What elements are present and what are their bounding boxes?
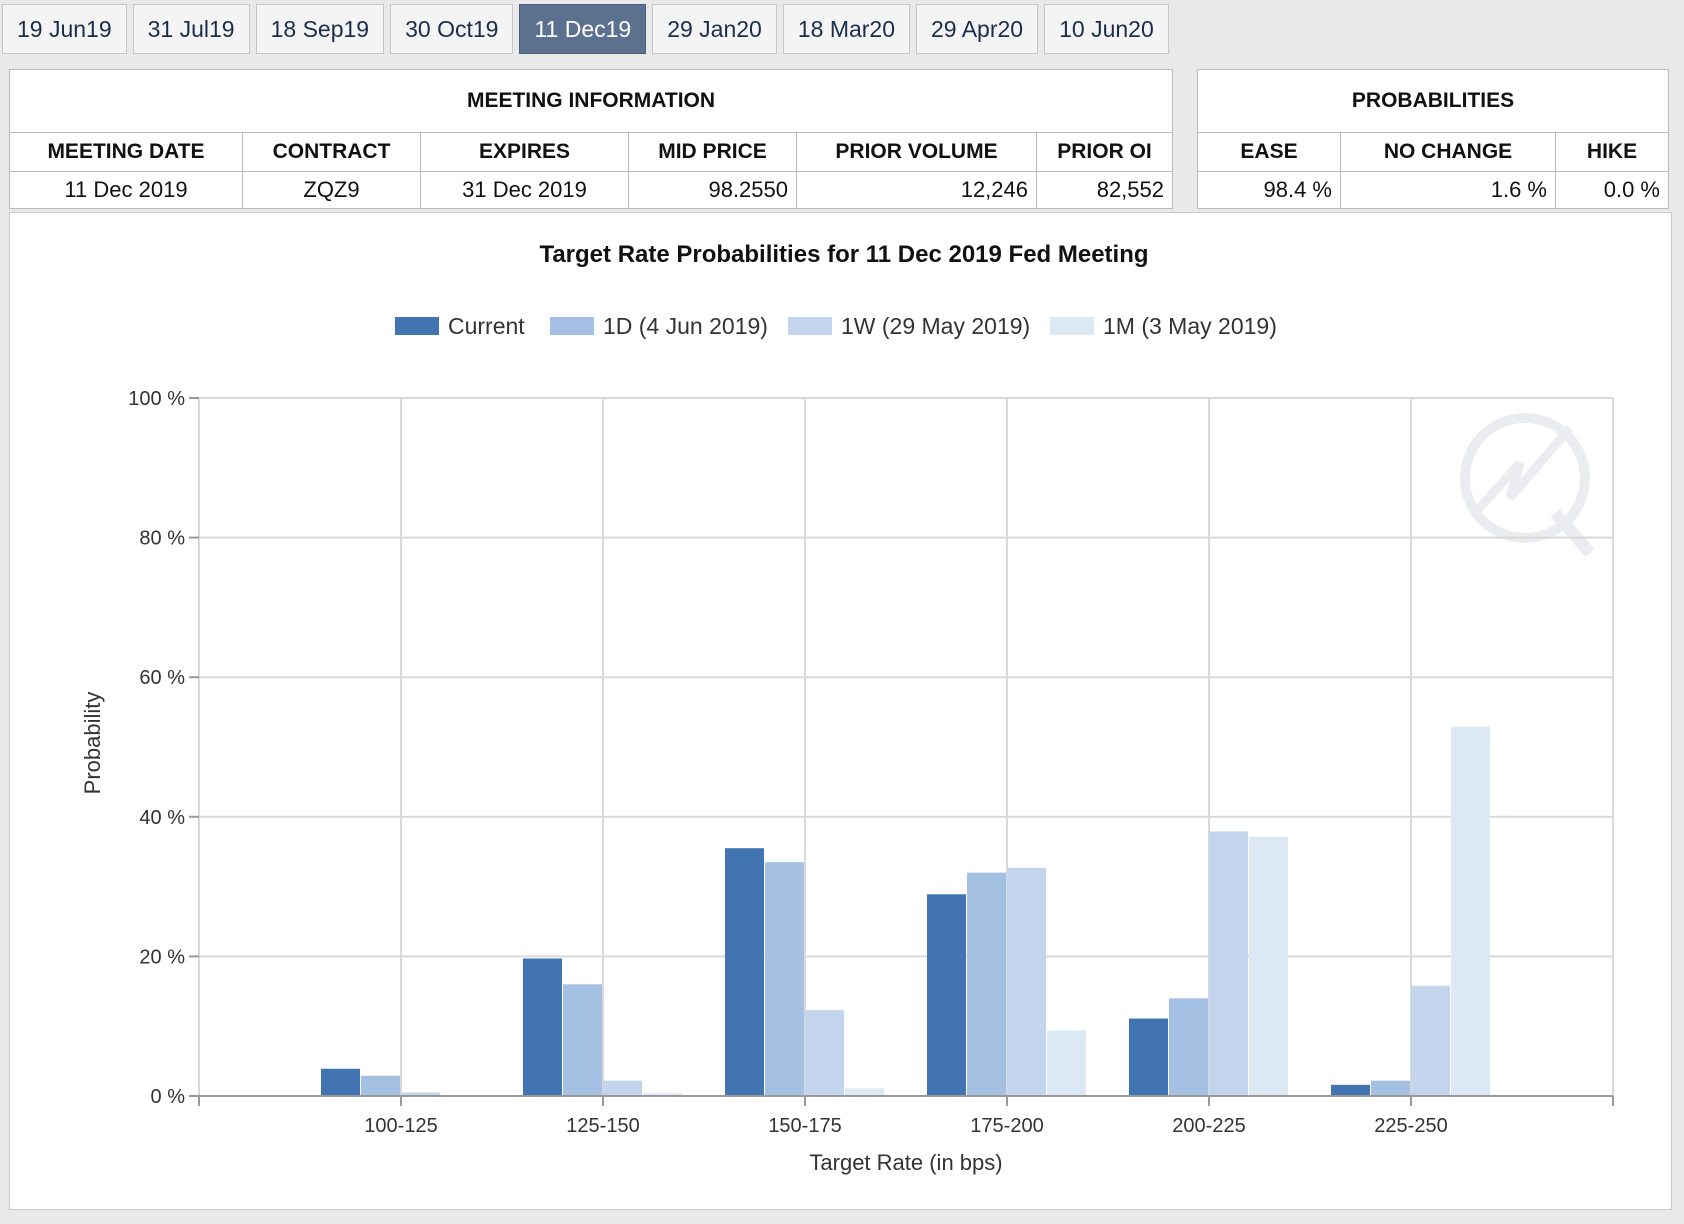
bar-d1-200-225 [1169, 998, 1208, 1096]
chart-bars [321, 726, 1490, 1096]
y-axis-label: Probability [80, 692, 105, 795]
bar-d1-125-150 [563, 984, 602, 1096]
ease-value: 98.4 % [1197, 171, 1341, 209]
x-axis-label: Target Rate (in bps) [809, 1150, 1002, 1175]
bar-current-125-150 [523, 958, 562, 1096]
bar-w1-200-225 [1209, 831, 1248, 1096]
bar-d1-100-125 [361, 1075, 400, 1096]
bar-w1-225-250 [1411, 985, 1450, 1096]
tab-18-sep19[interactable]: 18 Sep19 [255, 4, 385, 54]
prior-volume-value: 12,246 [796, 171, 1037, 209]
bar-m1-175-200 [1047, 1030, 1086, 1096]
col-no-change: NO CHANGE [1340, 132, 1556, 172]
meeting-date-value: 11 Dec 2019 [9, 171, 243, 209]
y-tick-label: 100 % [128, 388, 185, 410]
bar-d1-225-250 [1371, 1080, 1410, 1096]
no-change-value: 1.6 % [1340, 171, 1556, 209]
x-tick-label: 200-225 [1172, 1115, 1245, 1137]
x-tick-label: 100-125 [364, 1115, 437, 1137]
bar-w1-175-200 [1007, 867, 1046, 1096]
meeting-information-table: MEETING INFORMATION MEETING DATE CONTRAC… [9, 69, 1173, 209]
expires-value: 31 Dec 2019 [420, 171, 629, 209]
x-axis-ticks: 100-125 125-150 150-175 175-200 200-225 225-2… [198, 1095, 1614, 1137]
bar-w1-150-175 [805, 1010, 844, 1096]
hike-value: 0.0 % [1555, 171, 1669, 209]
legend-label: 1D (4 Jun 2019) [603, 313, 768, 339]
probabilities-table: PROBABILITIES EASE NO CHANGE HIKE 98.4 %… [1197, 69, 1669, 209]
target-rate-chart: Target Rate Probabilities for 11 Dec 201… [80, 241, 1614, 1175]
bar-d1-175-200 [967, 872, 1006, 1096]
col-expires: EXPIRES [420, 132, 629, 172]
meeting-information-heading: MEETING INFORMATION [9, 69, 1173, 133]
bar-current-225-250 [1331, 1084, 1370, 1096]
col-mid-price: MID PRICE [628, 132, 797, 172]
col-contract: CONTRACT [242, 132, 421, 172]
bar-w1-125-150 [603, 1080, 642, 1096]
x-tick-label: 150-175 [768, 1115, 841, 1137]
tab-30-oct19[interactable]: 30 Oct19 [390, 4, 514, 54]
col-prior-volume: PRIOR VOLUME [796, 132, 1037, 172]
chart-title: Target Rate Probabilities for 11 Dec 201… [539, 241, 1148, 268]
tab-10-jun20[interactable]: 10 Jun20 [1044, 4, 1169, 54]
tab-19-jun19[interactable]: 19 Jun19 [2, 4, 127, 54]
bar-d1-150-175 [765, 862, 804, 1096]
bar-m1-150-175 [845, 1088, 884, 1096]
chart-grid [198, 397, 1614, 1097]
meeting-tabs: 19 Jun19 31 Jul19 18 Sep19 30 Oct19 11 D… [0, 0, 1169, 56]
chart-legend: Current 1D (4 Jun 2019) 1W (29 May 2019) 1M… [395, 313, 1277, 339]
legend-label: 1W (29 May 2019) [841, 313, 1030, 339]
tab-29-apr20[interactable]: 29 Apr20 [916, 4, 1039, 54]
bar-current-150-175 [725, 848, 764, 1096]
y-tick-label: 20 % [139, 946, 185, 968]
col-prior-oi: PRIOR OI [1036, 132, 1173, 172]
tab-29-jan20[interactable]: 29 Jan20 [652, 4, 777, 54]
probabilities-heading: PROBABILITIES [1197, 69, 1669, 133]
legend-swatch [550, 317, 594, 335]
y-axis-ticks: 0 % 20 % 40 % 60 % 80 % 100 % [128, 388, 199, 1108]
y-tick-label: 0 % [151, 1086, 186, 1108]
bar-m1-225-250 [1451, 726, 1490, 1096]
col-meeting-date: MEETING DATE [9, 132, 243, 172]
x-tick-label: 175-200 [970, 1115, 1043, 1137]
y-tick-label: 80 % [139, 528, 185, 550]
table-row: 11 Dec 2019 ZQZ9 31 Dec 2019 98.2550 12,… [9, 171, 1173, 209]
legend-swatch [1050, 317, 1094, 335]
bar-current-100-125 [321, 1068, 360, 1096]
tab-11-dec19[interactable]: 11 Dec19 [519, 4, 647, 54]
tab-18-mar20[interactable]: 18 Mar20 [782, 4, 911, 54]
col-ease: EASE [1197, 132, 1341, 172]
x-tick-label: 225-250 [1374, 1115, 1447, 1137]
y-tick-label: 40 % [139, 807, 185, 829]
legend-swatch [788, 317, 832, 335]
mid-price-value: 98.2550 [628, 171, 797, 209]
bar-current-200-225 [1129, 1018, 1168, 1096]
legend-swatch [395, 317, 439, 335]
bar-m1-200-225 [1249, 837, 1288, 1096]
chart-panel: Target Rate Probabilities for 11 Dec 201… [9, 212, 1672, 1210]
contract-value: ZQZ9 [242, 171, 421, 209]
legend-label: 1M (3 May 2019) [1103, 313, 1277, 339]
tab-31-jul19[interactable]: 31 Jul19 [132, 4, 250, 54]
prior-oi-value: 82,552 [1036, 171, 1173, 209]
y-tick-label: 60 % [139, 667, 185, 689]
logo-watermark-icon [1460, 413, 1595, 557]
legend-label: Current [448, 313, 525, 339]
table-row: 98.4 % 1.6 % 0.0 % [1197, 171, 1669, 209]
x-tick-label: 125-150 [566, 1115, 639, 1137]
col-hike: HIKE [1555, 132, 1669, 172]
bar-current-175-200 [927, 894, 966, 1096]
